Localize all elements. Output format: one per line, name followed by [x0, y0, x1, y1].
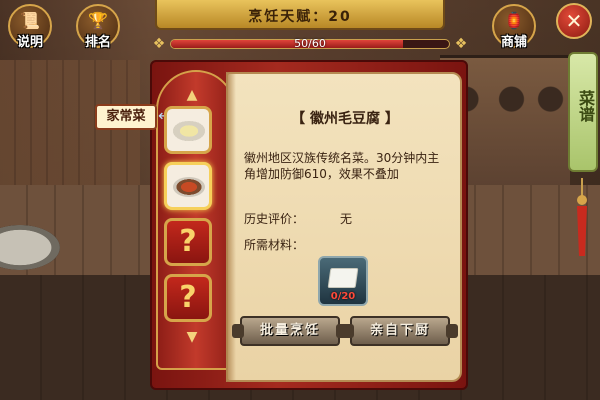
recipe-title: 【 徽州毛豆腐 】 — [291, 111, 399, 127]
talent-progress: ❖ 50/60 ❖ — [150, 36, 470, 52]
rating-value: 无 — [340, 212, 353, 226]
recipe-slot-3[interactable]: ? — [164, 218, 212, 266]
shop-label: 商铺 — [500, 35, 527, 50]
close-button[interactable]: ✕ — [556, 3, 592, 39]
help-button[interactable]: 📜 说明 — [8, 4, 52, 50]
batch-cook-button[interactable]: 批量烹饪 — [232, 316, 348, 346]
cooking-talent-banner: 烹饪天赋：20 — [155, 0, 445, 30]
cook-yourself-button[interactable]: 亲自下厨 — [342, 316, 458, 346]
scroll-down-chevron-icon[interactable]: ▼ — [182, 330, 202, 344]
recipe-slot-1[interactable] — [164, 106, 212, 154]
recipe-description: 徽州地区汉族传统名菜。30分钟内主角增加防御610，效果不叠加 — [244, 151, 440, 181]
material-count: 0/20 — [330, 291, 356, 302]
progress-text: 50/60 — [294, 37, 326, 50]
cooking-talent-title: 烹饪天赋：20 — [248, 9, 352, 25]
rank-button[interactable]: 🏆 排名 — [76, 4, 120, 50]
materials-label: 所需材料： — [244, 238, 305, 252]
recipe-slot-2[interactable] — [164, 162, 212, 210]
shop-button[interactable]: 🏮 商铺 — [492, 4, 536, 50]
scroll-up-chevron-icon[interactable]: ▲ — [182, 88, 202, 102]
material-tofu-slot[interactable]: 0/20 — [318, 256, 368, 306]
egg-custard-dish-icon — [173, 121, 205, 141]
trophy-icon: 🏆 — [88, 11, 108, 30]
lantern-icon: 🏮 — [504, 11, 524, 30]
scroll-icon: 📜 — [20, 11, 40, 30]
recipe-book-tab[interactable]: 菜谱 — [568, 52, 598, 172]
rank-label: 排名 — [84, 35, 111, 50]
category-tag[interactable]: 家常菜 — [95, 104, 157, 130]
tassel-icon — [577, 178, 587, 256]
rating-label: 历史评价： — [244, 212, 305, 226]
progress-right-ornament-icon: ❖ — [454, 36, 468, 52]
recipe-book-tab-label: 菜谱 — [576, 90, 595, 122]
tofu-icon — [327, 268, 359, 288]
recipe-slot-4[interactable]: ? — [164, 274, 212, 322]
help-label: 说明 — [16, 35, 43, 50]
maodou-fu-dish-icon — [173, 177, 205, 197]
